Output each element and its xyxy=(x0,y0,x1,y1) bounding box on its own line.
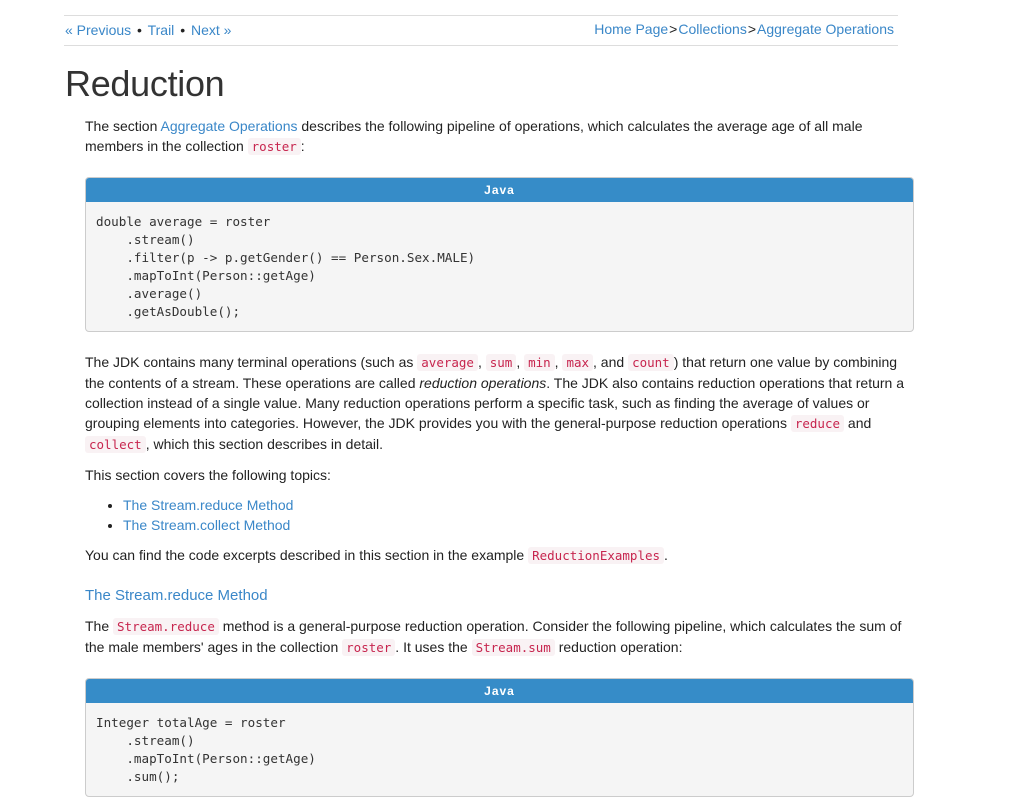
text: . xyxy=(664,547,668,563)
inline-code-collect: collect xyxy=(85,436,146,453)
topics-intro: This section covers the following topics… xyxy=(85,467,331,483)
bullet-separator: • xyxy=(137,22,142,38)
pager: « Previous • Trail • Next » xyxy=(65,22,231,38)
breadcrumb-aggregate-operations[interactable]: Aggregate Operations xyxy=(757,21,894,37)
inline-code-roster: roster xyxy=(247,138,301,155)
breadcrumb: Home Page>Collections>Aggregate Operatio… xyxy=(594,21,894,37)
intro-paragraph: The section Aggregate Operations describ… xyxy=(85,116,895,157)
inline-code-stream-sum: Stream.sum xyxy=(471,639,555,656)
text: You can find the code excerpts described… xyxy=(85,547,529,563)
topic-link-stream-collect[interactable]: The Stream.collect Method xyxy=(123,517,290,533)
terminal-operations-paragraph: The JDK contains many terminal operation… xyxy=(85,352,915,455)
trail-link[interactable]: Trail xyxy=(148,22,175,38)
text: . It uses the xyxy=(395,639,472,655)
inline-code-reduce: reduce xyxy=(790,415,845,432)
text: The JDK contains many terminal operation… xyxy=(85,354,418,370)
inline-code-count: count xyxy=(628,354,674,371)
section-heading-stream-reduce: The Stream.reduce Method xyxy=(85,587,268,604)
text: The xyxy=(85,618,114,634)
list-item: The Stream.collect Method xyxy=(123,515,915,535)
code-block-total-age: Java Integer totalAge = roster .stream()… xyxy=(85,678,914,797)
code-listing: double average = roster .stream() .filte… xyxy=(96,214,476,319)
page-title: Reduction xyxy=(65,63,225,104)
breadcrumb-home-page[interactable]: Home Page xyxy=(594,21,668,37)
text: The section xyxy=(85,118,161,134)
next-link[interactable]: Next » xyxy=(191,22,231,38)
text: : xyxy=(300,138,305,154)
previous-link[interactable]: « Previous xyxy=(65,22,131,38)
text: , which this section describes in detail… xyxy=(145,436,384,452)
inline-code-roster: roster xyxy=(342,639,396,656)
code-language-label: Java xyxy=(86,178,913,202)
breadcrumb-collections[interactable]: Collections xyxy=(678,21,746,37)
topic-link-stream-reduce[interactable]: The Stream.reduce Method xyxy=(123,497,293,513)
code-listing: Integer totalAge = roster .stream() .map… xyxy=(96,715,316,784)
inline-code-stream-reduce: Stream.reduce xyxy=(113,618,219,635)
inline-code-reduction-examples: ReductionExamples xyxy=(528,547,665,564)
inline-code-max: max xyxy=(562,354,594,371)
inline-code-average: average xyxy=(417,354,478,371)
inline-code-sum: sum xyxy=(485,354,517,371)
text: , and xyxy=(593,354,629,370)
breadcrumb-separator: > xyxy=(747,21,757,37)
topics-list: The Stream.reduce Method The Stream.coll… xyxy=(85,495,915,535)
code-block-average: Java double average = roster .stream() .… xyxy=(85,177,914,332)
breadcrumb-separator: > xyxy=(669,21,678,37)
stream-reduce-paragraph: The Stream.reduce method is a general-pu… xyxy=(85,616,915,658)
aggregate-operations-link[interactable]: Aggregate Operations xyxy=(161,118,298,134)
inline-code-min: min xyxy=(524,354,555,371)
top-navigation: « Previous • Trail • Next » Home Page>Co… xyxy=(64,15,898,46)
emphasis-text: reduction operations xyxy=(419,375,547,391)
text: reduction operation: xyxy=(554,639,683,655)
excerpts-paragraph: You can find the code excerpts described… xyxy=(85,545,915,566)
main-content: The section Aggregate Operations describ… xyxy=(85,116,915,797)
code-language-label: Java xyxy=(86,679,913,703)
bullet-separator: • xyxy=(180,22,186,38)
text: , xyxy=(516,354,525,370)
text: and xyxy=(844,415,872,431)
list-item: The Stream.reduce Method xyxy=(123,495,915,515)
text: , xyxy=(477,354,486,370)
